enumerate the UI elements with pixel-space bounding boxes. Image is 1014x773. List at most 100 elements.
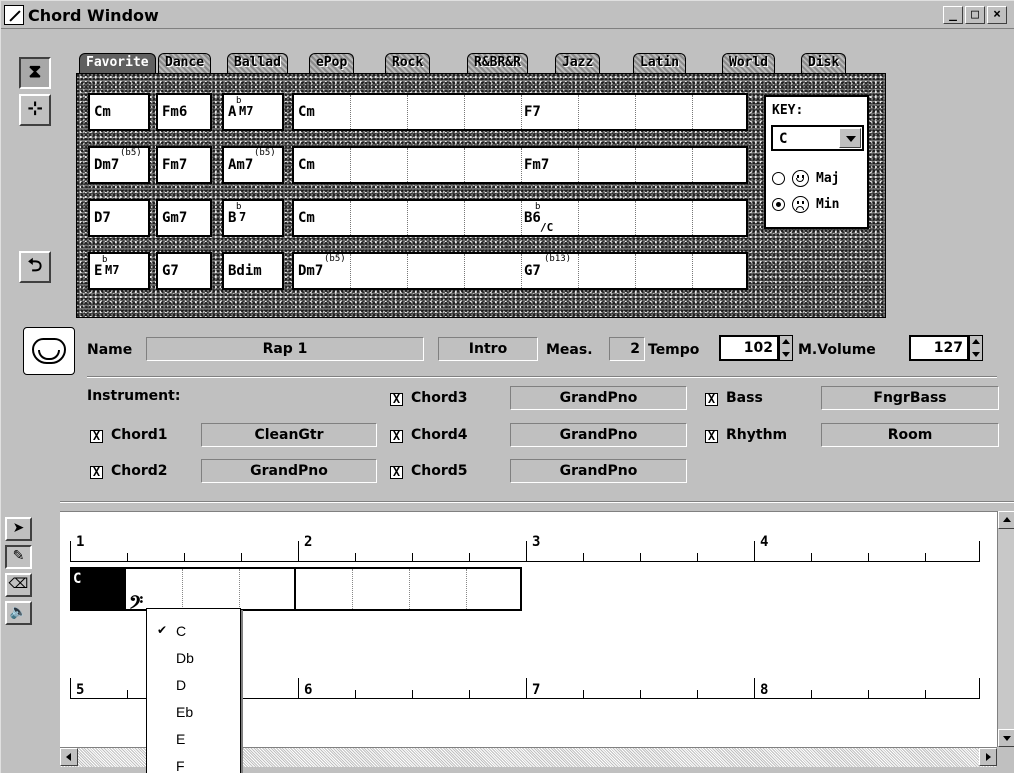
chord-box[interactable]: D7	[88, 199, 150, 237]
measure-number: 3	[532, 534, 541, 550]
chord-bar[interactable]: Cm Fm7	[292, 146, 748, 184]
speaker-icon: 🔈	[9, 604, 28, 620]
tab-rnb-rnr[interactable]: R&BR&R	[467, 53, 528, 73]
rhythm-label: Rhythm	[726, 427, 788, 443]
tab-favorite[interactable]: Favorite	[79, 53, 156, 73]
chord-box[interactable]: Cm	[88, 93, 150, 131]
chord-box[interactable]: Fm6	[156, 93, 212, 131]
chord-bar[interactable]: Cm F7	[292, 93, 748, 131]
flip-tool-button[interactable]: ⮌	[19, 251, 51, 283]
title-bar[interactable]: Chord Window _ □ ×	[1, 1, 1014, 29]
menu-item-f[interactable]: F	[176, 754, 185, 773]
chord3-instrument-field[interactable]: GrandPno	[510, 386, 687, 410]
scroll-down-button[interactable]	[998, 729, 1014, 747]
menu-item-d[interactable]: D	[176, 673, 186, 697]
measure-number: 2	[304, 534, 313, 550]
chord-box[interactable]: Fm7	[156, 146, 212, 184]
meas-field[interactable]: 2	[609, 337, 645, 361]
arrow-down-icon	[1003, 736, 1011, 741]
chord5-checkbox[interactable]: X	[390, 466, 403, 479]
pointer-tool-button[interactable]: ➤	[5, 517, 32, 541]
tab-rock[interactable]: Rock	[385, 53, 431, 73]
speaker-tool-button[interactable]: 🔈	[5, 601, 32, 625]
chord-box[interactable]: G7	[156, 252, 212, 290]
chevron-down-icon[interactable]	[839, 128, 861, 148]
key-label: KEY:	[772, 103, 804, 118]
chord-bar[interactable]: Cm B6 b /C	[292, 199, 748, 237]
chord1-instrument-field[interactable]: CleanGtr	[201, 423, 377, 447]
chord-box[interactable]: Bdim	[222, 252, 284, 290]
menu-item-e[interactable]: E	[176, 727, 185, 751]
divider	[1, 501, 1014, 503]
eraser-tool-button[interactable]: ⌫	[5, 573, 32, 597]
tempo-spinner[interactable]	[779, 335, 793, 361]
measure-number: 7	[532, 682, 541, 698]
tab-latin[interactable]: Latin	[633, 53, 687, 73]
tab-epop[interactable]: ePop	[309, 53, 355, 73]
root-note-menu: ✔ C Db D Eb E F	[146, 608, 241, 773]
tab-ballad[interactable]: Ballad	[227, 53, 288, 73]
chord-bar[interactable]: Dm7 (b5) G7 (b13)	[292, 252, 748, 290]
tab-jazz[interactable]: Jazz	[555, 53, 601, 73]
tuner-tool-button[interactable]: ⊹	[19, 94, 51, 126]
section-field[interactable]: Intro	[438, 337, 538, 361]
mvolume-label: M.Volume	[798, 342, 876, 358]
chord1-checkbox[interactable]: X	[90, 430, 103, 443]
menu-item-db[interactable]: Db	[176, 646, 194, 670]
tab-world[interactable]: World	[722, 53, 776, 73]
min-radio[interactable]	[772, 198, 785, 211]
key-select[interactable]: C	[771, 125, 864, 151]
chord2-checkbox[interactable]: X	[90, 466, 103, 479]
bass-instrument-field[interactable]: FngrBass	[821, 386, 999, 410]
maj-radio[interactable]	[772, 172, 785, 185]
vertical-scrollbar[interactable]	[997, 511, 1014, 747]
hourglass-tool-button[interactable]: ⧗	[19, 57, 51, 89]
chord-box[interactable]: B b 7	[222, 199, 284, 237]
happy-face-icon	[792, 170, 809, 187]
editor-toolbar: ➤ ✎ ⌫ 🔈	[1, 501, 60, 773]
chord2-label: Chord2	[111, 463, 168, 479]
arrow-up-icon	[1003, 517, 1011, 522]
divider	[87, 376, 997, 378]
chord1-label: Chord1	[111, 427, 168, 443]
chord-box[interactable]: Am7 (b5)	[222, 146, 284, 184]
chord4-label: Chord4	[411, 427, 468, 443]
scroll-right-button[interactable]	[979, 748, 997, 766]
menu-item-c[interactable]: C	[176, 619, 186, 643]
sad-face-icon	[792, 196, 809, 213]
pointer-icon: ➤	[12, 520, 25, 536]
name-label: Name	[87, 342, 133, 358]
chord-box[interactable]: Gm7	[156, 199, 212, 237]
style-face-icon[interactable]	[23, 327, 75, 375]
style-name-field[interactable]: Rap 1	[146, 337, 424, 361]
chord4-instrument-field[interactable]: GrandPno	[510, 423, 687, 447]
chord4-checkbox[interactable]: X	[390, 430, 403, 443]
tab-dance[interactable]: Dance	[158, 53, 212, 73]
maximize-button[interactable]: □	[965, 6, 985, 24]
tempo-field[interactable]: 102	[719, 335, 779, 361]
chord5-instrument-field[interactable]: GrandPno	[510, 459, 687, 483]
selected-chord-cell[interactable]: C	[70, 567, 126, 611]
minimize-button[interactable]: _	[943, 6, 963, 24]
mvolume-field[interactable]: 127	[909, 335, 969, 361]
chord2-instrument-field[interactable]: GrandPno	[201, 459, 377, 483]
min-label: Min	[816, 197, 840, 212]
scroll-up-button[interactable]	[998, 511, 1014, 529]
chord-box[interactable]: Dm7 (b5)	[88, 146, 150, 184]
measure-number: 4	[760, 534, 769, 550]
chord-box[interactable]: A b M7	[222, 93, 284, 131]
bass-checkbox[interactable]: X	[705, 393, 718, 406]
pencil-tool-button[interactable]: ✎	[5, 545, 32, 569]
rhythm-instrument-field[interactable]: Room	[821, 423, 999, 447]
key-panel: KEY: C Maj Min	[764, 95, 869, 229]
measure-box[interactable]	[294, 567, 522, 611]
chord3-checkbox[interactable]: X	[390, 393, 403, 406]
close-button[interactable]: ×	[987, 6, 1007, 24]
rhythm-checkbox[interactable]: X	[705, 430, 718, 443]
scroll-left-button[interactable]	[60, 748, 78, 766]
menu-item-eb[interactable]: Eb	[176, 700, 193, 724]
app-icon[interactable]	[4, 5, 24, 25]
chord-box[interactable]: E b M7	[88, 252, 150, 290]
mvolume-spinner[interactable]	[969, 335, 983, 361]
tab-disk[interactable]: Disk	[801, 53, 847, 73]
